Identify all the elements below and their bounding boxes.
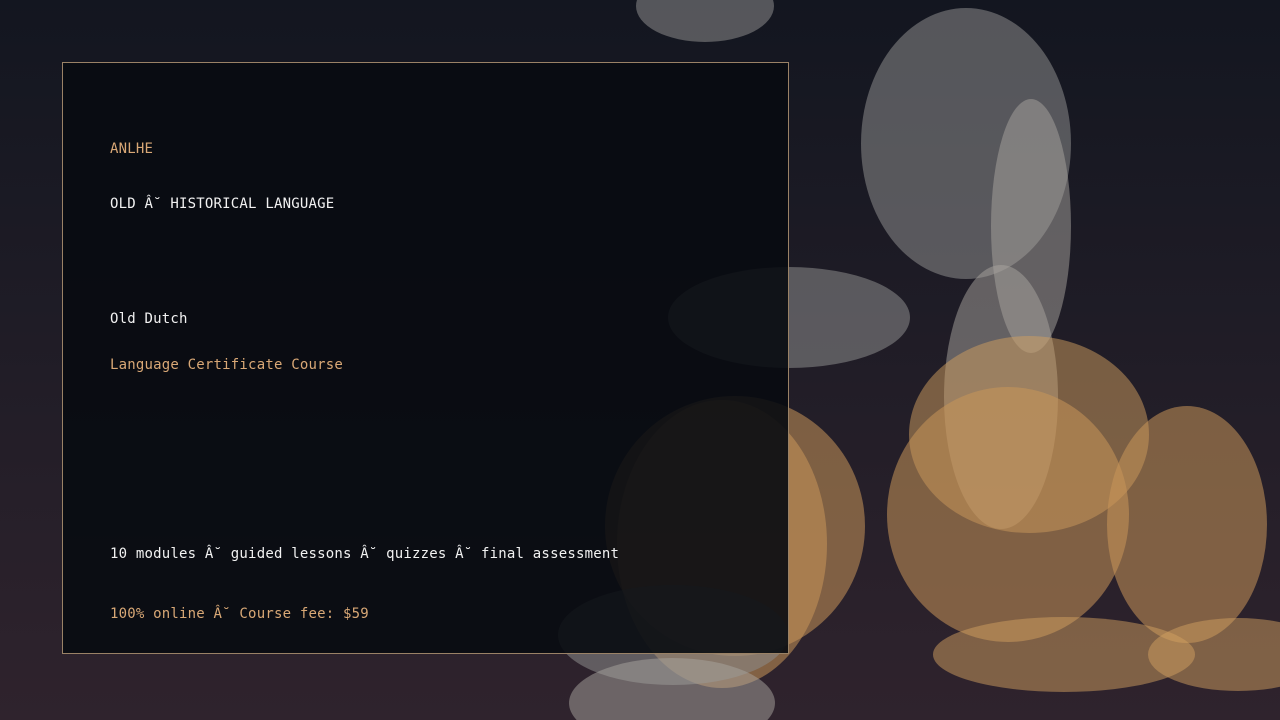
course-card: ANLHE OLD Â˘ HISTORICAL LANGUAGE Old Dut… xyxy=(62,62,789,654)
bokeh-circle xyxy=(636,0,774,42)
course-details: 10 modules Â˘ guided lessons Â˘ quizzes … xyxy=(110,546,620,562)
bokeh-circle xyxy=(887,387,1129,642)
bokeh-circle xyxy=(1107,406,1267,643)
category-label: OLD Â˘ HISTORICAL LANGUAGE xyxy=(110,196,335,212)
pricing-info: 100% online Â˘ Course fee: $59 xyxy=(110,606,369,622)
course-type-label: Language Certificate Course xyxy=(110,357,343,373)
brand-label: ANLHE xyxy=(110,141,154,157)
language-title: Old Dutch xyxy=(110,311,188,327)
